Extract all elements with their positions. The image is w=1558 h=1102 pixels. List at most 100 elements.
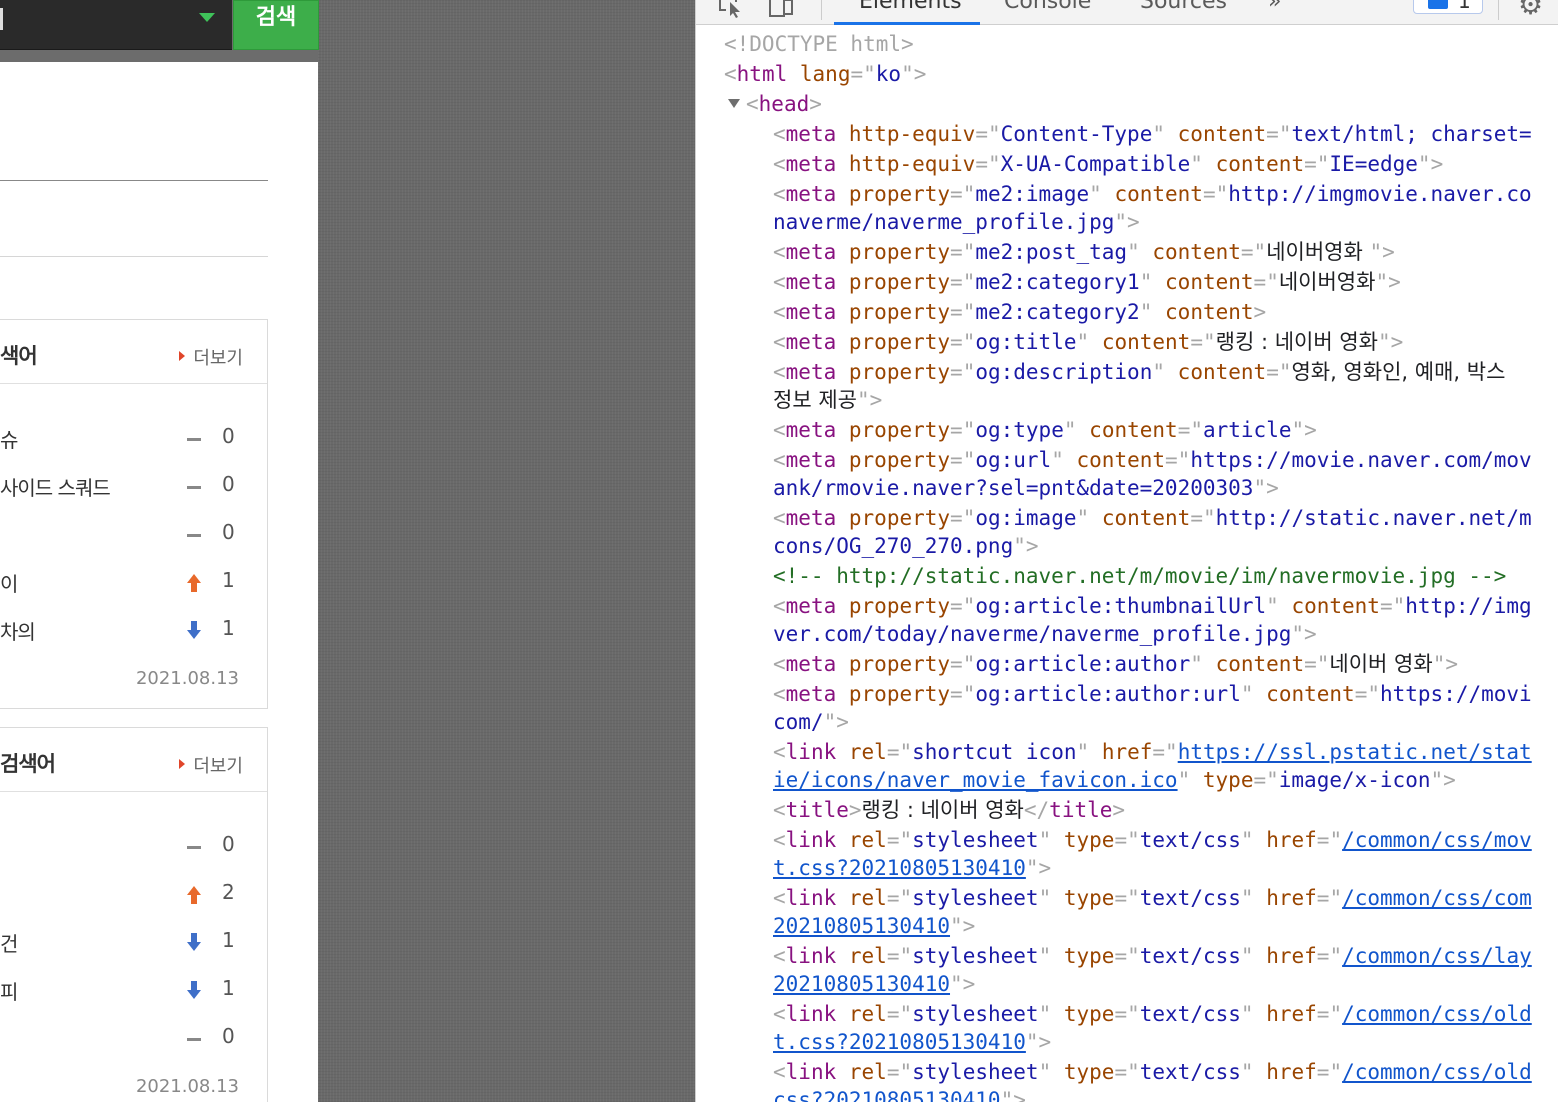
search-text-fragment	[0, 8, 3, 30]
dom-line-link[interactable]: <link rel="stylesheet" type="text/css" h…	[773, 826, 1532, 854]
dom-line-meta[interactable]: <meta property="me2:category1" content="…	[773, 268, 1401, 296]
stylesheet-link[interactable]: /common/css/lay	[1342, 944, 1532, 968]
dom-line-comment[interactable]: <!-- http://static.naver.net/m/movie/im/…	[773, 562, 1506, 590]
active-tab-indicator	[834, 22, 980, 25]
dom-line-head[interactable]: <head>	[728, 90, 822, 118]
dom-line-meta[interactable]: <meta property="og:type" content="articl…	[773, 416, 1317, 444]
favicon-link[interactable]: ie/icons/naver_movie_favicon.ico	[773, 768, 1178, 792]
chevron-down-icon[interactable]	[199, 13, 215, 22]
dom-line-meta[interactable]: <meta http-equiv="X-UA-Compatible" conte…	[773, 150, 1443, 178]
rank-change-value: 0	[222, 520, 235, 544]
dom-line-wrap[interactable]: naverme/naverme_profile.jpg">	[773, 208, 1140, 236]
ranking-row[interactable]: 차의 1	[0, 616, 268, 646]
dom-line-meta[interactable]: <meta property="og:article:author:url" c…	[773, 680, 1532, 708]
inspect-element-icon[interactable]	[718, 0, 744, 18]
devtools-toolbar: Elements Console Sources » 1 ⚙	[696, 0, 1558, 25]
ranking-item-name[interactable]: 슈	[0, 424, 18, 453]
stylesheet-link[interactable]: /common/css/com	[1342, 886, 1532, 910]
dom-line-wrap[interactable]: ank/rmovie.naver?sel=pnt&date=20200303">	[773, 474, 1279, 502]
expand-triangle-icon[interactable]	[728, 99, 740, 108]
ranking-row[interactable]: 이 1	[0, 568, 268, 598]
stylesheet-link[interactable]: /common/css/old	[1342, 1002, 1532, 1026]
rank-change-value: 0	[222, 472, 235, 496]
ranking-date: 2021.08.13	[135, 668, 239, 689]
dom-line-wrap[interactable]: t.css?20210805130410">	[773, 1028, 1051, 1056]
tab-elements[interactable]: Elements	[859, 0, 962, 14]
dom-line-link[interactable]: <link rel="stylesheet" type="text/css" h…	[773, 942, 1532, 970]
dom-line-wrap[interactable]: t.css?20210805130410">	[773, 854, 1051, 882]
stylesheet-link[interactable]: 20210805130410	[773, 972, 950, 996]
dom-line-meta[interactable]: <meta http-equiv="Content-Type" content=…	[773, 120, 1532, 148]
stylesheet-link[interactable]: 20210805130410	[773, 914, 950, 938]
arrow-up-icon	[186, 572, 202, 594]
dom-line-meta[interactable]: <meta property="og:url" content="https:/…	[773, 446, 1532, 474]
no-change-icon	[186, 524, 202, 546]
dom-line-wrap[interactable]: 20210805130410">	[773, 912, 975, 940]
rank-change-value: 2	[222, 880, 235, 904]
dom-line-meta[interactable]: <meta property="og:title" content="랭킹 : …	[773, 328, 1403, 356]
dom-line-meta[interactable]: <meta property="me2:category2" content>	[773, 298, 1266, 326]
dom-line-meta[interactable]: <meta property="og:description" content=…	[773, 358, 1505, 386]
no-change-icon	[186, 476, 202, 498]
dom-line-link[interactable]: <link rel="stylesheet" type="text/css" h…	[773, 1000, 1532, 1028]
ranking-item-name[interactable]: 건	[0, 928, 18, 957]
dom-line-meta[interactable]: <meta property="me2:post_tag" content="네…	[773, 238, 1395, 266]
dom-line-title[interactable]: <title>랭킹 : 네이버 영화</title>	[773, 796, 1125, 824]
ranking-item-name[interactable]: 피	[0, 976, 18, 1005]
ranking-row[interactable]: 슈 0	[0, 424, 268, 454]
stylesheet-link[interactable]: t.css?20210805130410	[773, 1030, 1026, 1054]
ranking-item-name[interactable]: 이	[0, 568, 18, 597]
dom-line-wrap[interactable]: 20210805130410">	[773, 970, 975, 998]
ranking-row[interactable]: 2	[0, 880, 268, 910]
ranking-box-title: 색어	[0, 344, 38, 368]
stylesheet-link[interactable]: /common/css/mov	[1342, 828, 1532, 852]
rank-change-value: 1	[222, 568, 235, 592]
favicon-link[interactable]: https://ssl.pstatic.net/stat	[1178, 740, 1532, 764]
ranking-box: 색어 더보기 슈 0 사이드 스쿼드 0 0 이 1 차의 1 2021.08.…	[0, 319, 268, 709]
stylesheet-link[interactable]: css?20210805130410	[773, 1088, 1001, 1102]
ranking-box-header: 검색어 더보기	[0, 728, 267, 792]
search-button[interactable]: 검색	[233, 0, 319, 50]
ranking-row[interactable]: 사이드 스쿼드 0	[0, 472, 268, 502]
rank-change-value: 1	[222, 616, 235, 640]
ranking-item-name[interactable]: 차의	[0, 616, 36, 645]
dom-line-wrap[interactable]: css?20210805130410">	[773, 1086, 1026, 1102]
issues-badge[interactable]: 1	[1413, 0, 1483, 14]
search-select-box[interactable]	[0, 0, 232, 50]
dom-line-link[interactable]: <link rel="shortcut icon" href="https://…	[773, 738, 1532, 766]
stylesheet-link[interactable]: /common/css/old	[1342, 1060, 1532, 1084]
ranking-row[interactable]: 0	[0, 1024, 268, 1054]
issues-count: 1	[1458, 0, 1471, 13]
dom-line-wrap[interactable]: cons/OG_270_270.png">	[773, 532, 1039, 560]
more-tabs-icon[interactable]: »	[1268, 0, 1281, 14]
more-link[interactable]: 더보기	[179, 344, 243, 370]
ranking-row[interactable]: 0	[0, 832, 268, 862]
more-link[interactable]: 더보기	[179, 752, 243, 778]
dom-line-doctype[interactable]: <!DOCTYPE html>	[724, 30, 914, 58]
ranking-row[interactable]: 건 1	[0, 928, 268, 958]
ranking-box-title: 검색어	[0, 752, 56, 776]
arrow-down-icon	[186, 620, 202, 642]
dom-line-wrap[interactable]: com/">	[773, 708, 849, 736]
dom-line-meta[interactable]: <meta property="og:article:thumbnailUrl"…	[773, 592, 1532, 620]
ranking-row[interactable]: 0	[0, 520, 268, 550]
ranking-item-name[interactable]: 사이드 스쿼드	[0, 472, 111, 501]
dom-line-link[interactable]: <link rel="stylesheet" type="text/css" h…	[773, 1058, 1532, 1086]
dom-line-meta[interactable]: <meta property="og:article:author" conte…	[773, 650, 1458, 678]
device-toolbar-icon[interactable]	[768, 0, 794, 18]
stylesheet-link[interactable]: t.css?20210805130410	[773, 856, 1026, 880]
dom-line-meta[interactable]: <meta property="me2:image" content="http…	[773, 180, 1532, 208]
page-background	[318, 0, 695, 1102]
gear-icon[interactable]: ⚙	[1518, 0, 1543, 21]
dom-line-meta[interactable]: <meta property="og:image" content="http:…	[773, 504, 1532, 532]
dom-line-wrap[interactable]: ie/icons/naver_movie_favicon.ico" type="…	[773, 766, 1456, 794]
tab-sources[interactable]: Sources	[1140, 0, 1227, 14]
ranking-row[interactable]: 피 1	[0, 976, 268, 1006]
tab-console[interactable]: Console	[1004, 0, 1091, 14]
no-change-icon	[186, 836, 202, 858]
dom-line-link[interactable]: <link rel="stylesheet" type="text/css" h…	[773, 884, 1532, 912]
dom-line-html[interactable]: <html lang="ko">	[724, 60, 926, 88]
dom-line-wrap[interactable]: ver.com/today/naverme/naverme_profile.jp…	[773, 620, 1317, 648]
triangle-right-icon	[179, 759, 186, 769]
dom-line-wrap[interactable]: 정보 제공">	[773, 386, 882, 414]
